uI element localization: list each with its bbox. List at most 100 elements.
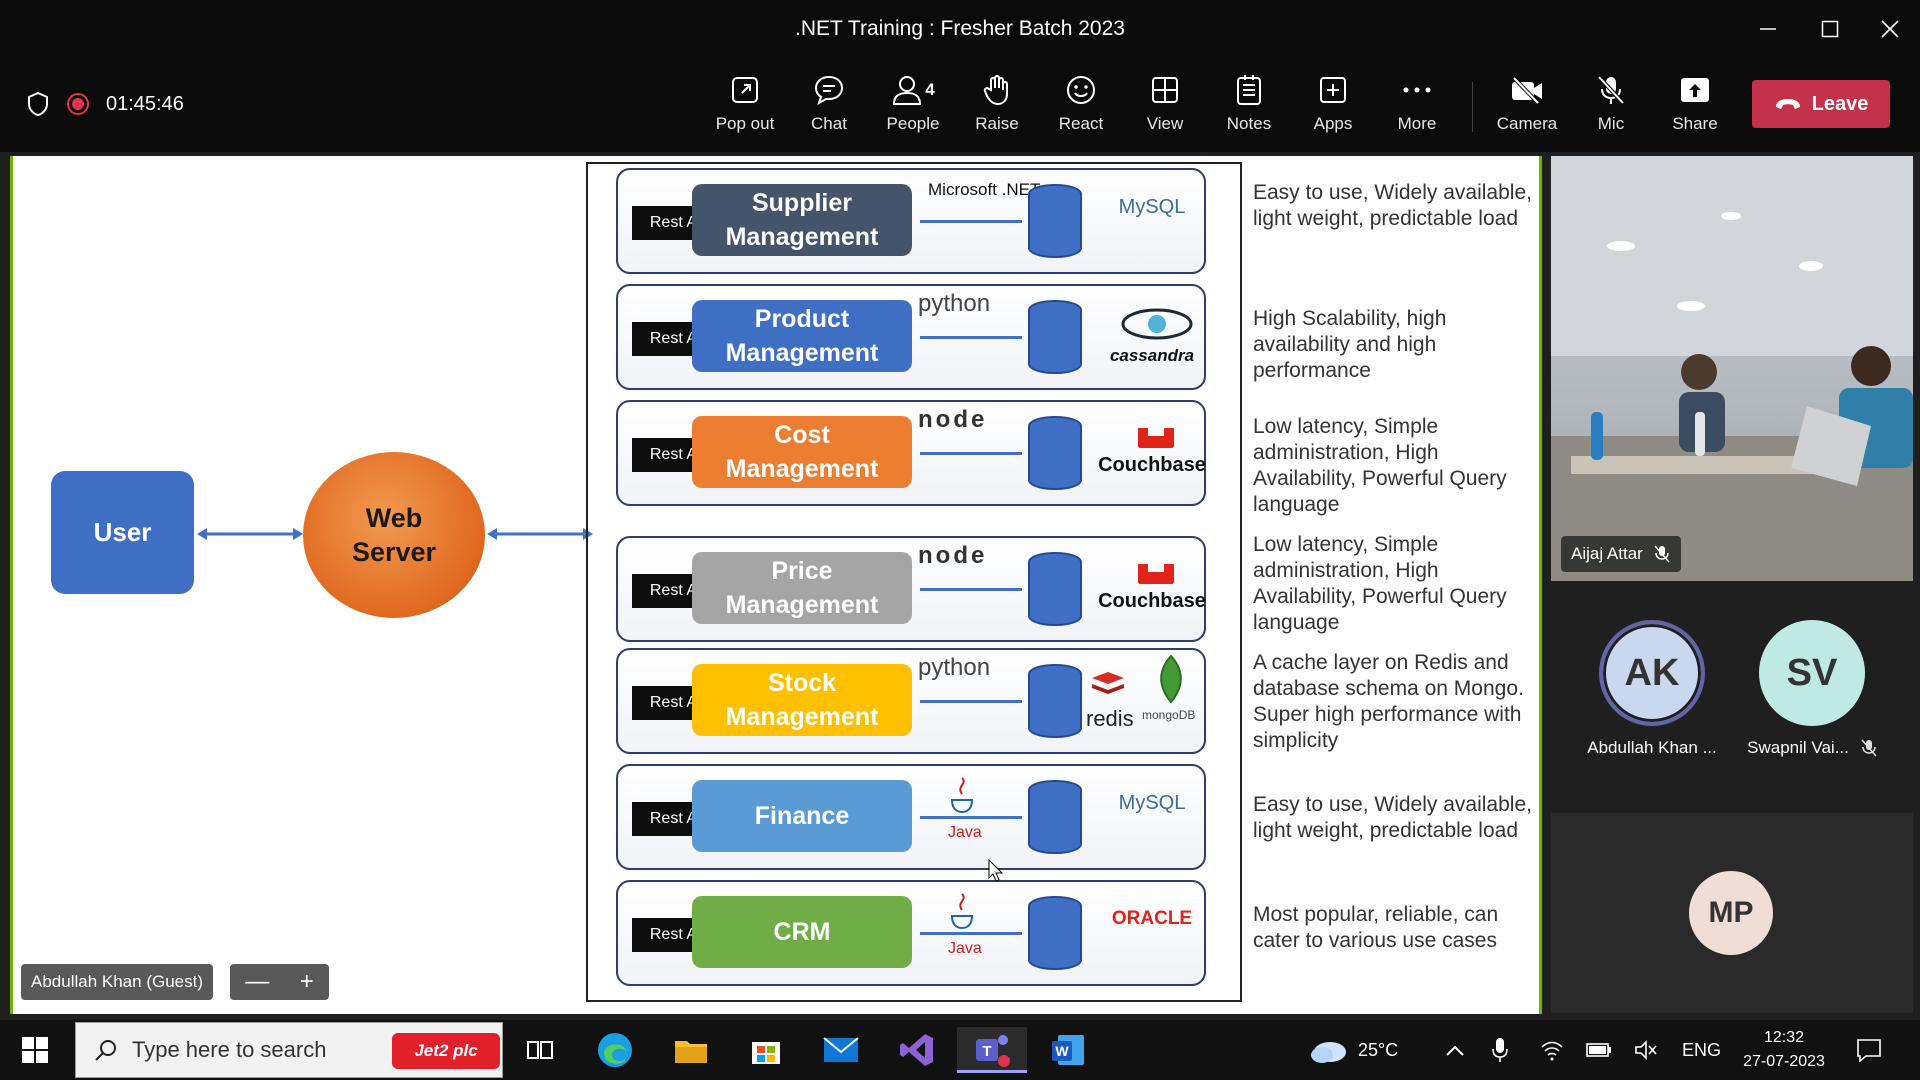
apps-button[interactable]: Apps	[1291, 72, 1375, 142]
couchbase-icon	[1138, 564, 1174, 584]
minimize-icon	[1760, 28, 1776, 30]
view-button[interactable]: View	[1123, 72, 1207, 142]
zoom-out-button[interactable]: —	[245, 968, 269, 996]
window-title: .NET Training : Fresher Batch 2023	[795, 17, 1125, 40]
maximize-button[interactable]	[1810, 12, 1850, 46]
oracle-logo: ORACLE	[1111, 908, 1193, 929]
smiley-icon	[1067, 76, 1095, 104]
chat-button[interactable]: Chat	[787, 72, 871, 142]
java-cup-icon	[950, 893, 974, 930]
battery-tray[interactable]	[1586, 1020, 1612, 1080]
couchbase-icon	[1138, 428, 1174, 448]
service-description: A cache layer on Redis and database sche…	[1253, 651, 1524, 752]
service-row: Rest API Stock Management python redis mo…	[616, 648, 1206, 754]
zoom-controls: — +	[230, 964, 329, 1000]
participant-video[interactable]: Aijaj Attar	[1551, 156, 1913, 581]
maximize-icon	[1821, 20, 1839, 38]
close-button[interactable]	[1870, 12, 1910, 46]
more-button[interactable]: More	[1375, 72, 1459, 142]
java-cup-icon	[950, 777, 974, 814]
service-row: Rest API CRM Java ORACLE	[616, 880, 1206, 986]
show-hidden-icons-button[interactable]	[1445, 1020, 1465, 1080]
service-pill: Cost Management	[692, 416, 912, 488]
mail-app[interactable]	[806, 1027, 876, 1073]
service-description: Easy to use, Widely available, light wei…	[1253, 181, 1532, 230]
people-icon	[893, 76, 922, 105]
webserver-services-arrow	[487, 528, 593, 540]
db-arrow	[920, 588, 1022, 591]
avatar: MP	[1689, 871, 1773, 955]
promo-badge[interactable]: Jet2 plc	[392, 1033, 500, 1069]
mongodb-leaf-icon	[1160, 654, 1182, 704]
speaker-muted-icon	[1635, 1040, 1657, 1060]
mongodb-logo: mongoDB	[1142, 708, 1196, 722]
share-screen-icon	[1681, 78, 1709, 102]
service-description: Easy to use, Widely available, light wei…	[1253, 793, 1532, 842]
service-pill: Finance	[692, 780, 912, 852]
teams-app[interactable]: T	[957, 1027, 1027, 1073]
wifi-tray[interactable]	[1540, 1020, 1564, 1080]
volume-tray[interactable]	[1634, 1020, 1658, 1080]
db-arrow	[920, 220, 1022, 223]
video-frame	[1551, 156, 1913, 581]
taskbar-search[interactable]: Type here to search Jet2 plc	[75, 1022, 503, 1078]
clock[interactable]: 12:32 27-07-2023	[1734, 1020, 1834, 1080]
mic-button[interactable]: Mic	[1569, 72, 1653, 142]
service-description: Low latency, Simple administration, High…	[1253, 533, 1507, 634]
raise-hand-icon	[983, 75, 1008, 106]
store-icon	[752, 1042, 780, 1064]
chevron-up-icon	[1446, 1045, 1464, 1056]
minimize-button[interactable]	[1748, 12, 1788, 46]
weather-widget[interactable]: 25°C	[1308, 1020, 1398, 1080]
teams-icon: T	[976, 1034, 1010, 1067]
pop-out-button[interactable]: Pop out	[703, 72, 787, 142]
react-button[interactable]: React	[1039, 72, 1123, 142]
database-icon	[1028, 184, 1082, 258]
service-pill: Product Management	[692, 300, 912, 372]
mic-off-icon	[1654, 545, 1670, 563]
clock-time: 12:32	[1763, 1029, 1805, 1046]
service-row: Rest API Finance Java MySQL	[616, 764, 1206, 870]
service-row: Rest API Cost Management node Couchbase	[616, 400, 1206, 506]
windows-taskbar: Type here to search Jet2 plc T W 25°C EN…	[0, 1020, 1920, 1080]
service-row: Rest API Product Management python cassan…	[616, 284, 1206, 390]
notifications-button[interactable]	[1856, 1020, 1882, 1080]
meeting-toolbar: 01:45:46 Pop out Chat 4 People Raise Rea…	[0, 58, 1920, 152]
word-app[interactable]: W	[1033, 1027, 1103, 1073]
language-indicator[interactable]: ENG	[1682, 1020, 1721, 1080]
service-pill: Stock Management	[692, 664, 912, 736]
mouse-cursor-icon	[988, 859, 1004, 882]
file-explorer-app[interactable]	[656, 1027, 726, 1073]
java-logo: Java	[948, 940, 982, 957]
microphone-tray[interactable]	[1492, 1020, 1508, 1080]
visual-studio-app[interactable]	[882, 1027, 952, 1073]
share-button[interactable]: Share	[1653, 72, 1737, 142]
notes-button[interactable]: Notes	[1207, 72, 1291, 142]
task-view-button[interactable]	[505, 1027, 575, 1073]
battery-icon	[1586, 1043, 1611, 1057]
python-logo: python	[918, 654, 991, 681]
people-button[interactable]: 4 People	[871, 72, 955, 142]
slide-web-server: Web Server	[303, 452, 485, 618]
more-icon	[1403, 87, 1431, 93]
recording-status: 01:45:46	[26, 91, 184, 117]
toolbar-divider	[1472, 82, 1473, 132]
edge-app[interactable]	[580, 1027, 650, 1073]
camera-button[interactable]: Camera	[1485, 72, 1569, 142]
camera-off-icon	[1512, 76, 1542, 104]
database-icon	[1028, 300, 1082, 374]
svg-text:T: T	[982, 1043, 991, 1060]
store-app[interactable]	[731, 1027, 801, 1073]
raise-hand-button[interactable]: Raise	[955, 72, 1039, 142]
leave-button[interactable]: Leave	[1752, 80, 1890, 128]
windows-logo-icon	[22, 1037, 48, 1063]
participant-tile[interactable]: MP	[1551, 813, 1913, 1013]
participant-tile[interactable]: SV Swapnil Vai...	[1747, 620, 1877, 758]
edge-icon	[598, 1033, 632, 1067]
chat-icon	[814, 75, 844, 106]
participant-tile[interactable]: AK Abdullah Khan ...	[1587, 620, 1717, 758]
redis-icon	[1092, 672, 1124, 694]
microphone-icon	[1492, 1038, 1508, 1062]
start-button[interactable]	[0, 1027, 70, 1073]
zoom-in-button[interactable]: +	[300, 968, 314, 996]
